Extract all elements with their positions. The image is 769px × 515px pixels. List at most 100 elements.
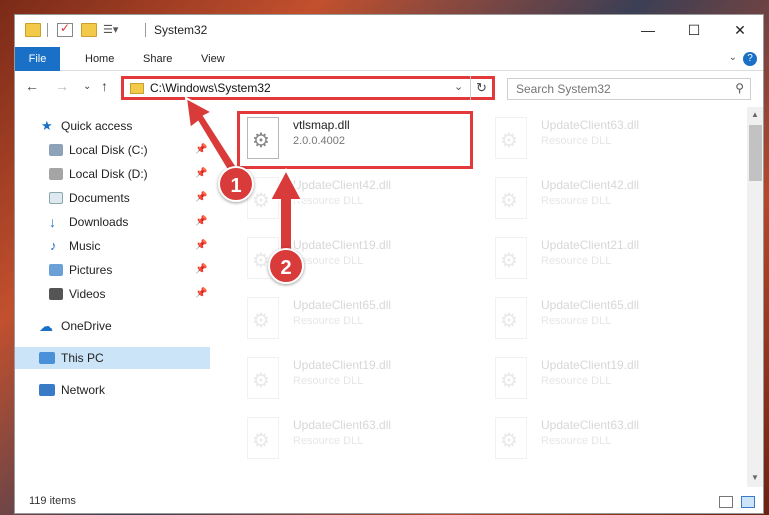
sidebar-item-onedrive[interactable]: ☁ OneDrive (15, 315, 210, 337)
back-button[interactable]: ← (25, 78, 39, 94)
new-folder-icon[interactable] (81, 23, 97, 37)
file-tile[interactable]: UpdateClient63.dll Resource DLL (237, 413, 473, 469)
pin-icon[interactable]: 📌 (195, 235, 207, 257)
search-input[interactable] (508, 79, 718, 99)
large-icons-view-icon[interactable] (741, 496, 755, 508)
sidebar-item-local-disk-d[interactable]: Local Disk (D:) 📌 (15, 163, 210, 185)
file-name: UpdateClient65.dll (541, 298, 640, 312)
help-icon[interactable]: ? (743, 52, 757, 66)
file-explorer-window: ☰▾ System32 — ☐ ✕ File Home Share View ⌄… (14, 14, 764, 514)
document-icon (49, 192, 63, 204)
file-tile[interactable]: UpdateClient65.dll Resource DLL (237, 293, 473, 349)
file-tile[interactable]: UpdateClient21.dll Resource DLL (485, 233, 721, 289)
drive-icon (49, 144, 63, 156)
sidebar-item-network[interactable]: Network (15, 379, 210, 401)
customize-toolbar-icon[interactable]: ☰▾ (103, 23, 119, 37)
scroll-down-icon[interactable]: ▼ (751, 473, 759, 482)
sidebar-item-documents[interactable]: Documents 📌 (15, 187, 210, 209)
file-type: Resource DLL (293, 435, 364, 447)
file-type: Resource DLL (541, 255, 612, 267)
pin-icon[interactable]: 📌 (195, 259, 207, 281)
picture-icon (49, 264, 63, 276)
address-bar[interactable]: C:\Windows\System32 ⌄ ↻ (121, 76, 495, 100)
pin-icon[interactable]: 📌 (195, 163, 207, 185)
details-view-icon[interactable] (719, 496, 733, 508)
minimize-button[interactable]: — (625, 15, 671, 45)
search-icon[interactable]: ⚲ (735, 81, 744, 95)
sidebar-item-pictures[interactable]: Pictures 📌 (15, 259, 210, 281)
sidebar-item-downloads[interactable]: ↓ Downloads 📌 (15, 211, 210, 233)
scrollbar-thumb[interactable] (749, 125, 762, 181)
sidebar-item-label: This PC (61, 351, 104, 365)
pin-icon[interactable]: 📌 (195, 211, 207, 233)
recent-locations-button[interactable]: ⌄ (83, 81, 91, 92)
tab-view[interactable]: View (189, 47, 237, 71)
navigation-bar: ← → ⌄ ↑ C:\Windows\System32 ⌄ ↻ ⚲ (15, 71, 763, 105)
file-name: UpdateClient63.dll (541, 418, 640, 432)
file-tile[interactable]: UpdateClient19.dll Resource DLL (237, 353, 473, 409)
file-tile[interactable]: UpdateClient19.dll Resource DLL (485, 353, 721, 409)
close-button[interactable]: ✕ (717, 15, 763, 45)
file-name: UpdateClient63.dll (541, 118, 640, 132)
file-name: UpdateClient19.dll (293, 358, 392, 372)
collapse-ribbon-icon[interactable]: ⌄ (729, 52, 737, 63)
scroll-up-icon[interactable]: ▲ (751, 110, 759, 119)
address-dropdown-icon[interactable]: ⌄ (454, 80, 463, 93)
properties-icon[interactable] (57, 21, 73, 37)
dll-file-icon (495, 297, 527, 339)
tab-share[interactable]: Share (131, 47, 184, 71)
drive-icon (49, 168, 63, 180)
sidebar-item-label: Local Disk (C:) (69, 143, 148, 157)
refresh-icon[interactable]: ↻ (470, 76, 492, 100)
file-type: Resource DLL (541, 315, 612, 327)
step-badge-1: 1 (218, 166, 254, 202)
sidebar-item-videos[interactable]: Videos 📌 (15, 283, 210, 305)
file-type: Resource DLL (541, 195, 612, 207)
title-bar: ☰▾ System32 — ☐ ✕ (15, 15, 763, 47)
sidebar-item-this-pc[interactable]: This PC (15, 347, 210, 369)
sidebar-item-label: Videos (69, 287, 106, 301)
forward-button[interactable]: → (55, 78, 69, 94)
separator (47, 23, 48, 37)
file-type: Resource DLL (541, 375, 612, 387)
download-icon: ↓ (49, 214, 56, 230)
vertical-scrollbar[interactable]: ▲ ▼ (747, 107, 763, 487)
folder-icon (130, 83, 144, 94)
pin-icon[interactable]: 📌 (195, 139, 207, 161)
file-tile[interactable]: UpdateClient63.dll Resource DLL (485, 113, 721, 169)
dll-file-icon (495, 357, 527, 399)
file-tile[interactable]: UpdateClient65.dll Resource DLL (485, 293, 721, 349)
window-title: System32 (154, 23, 208, 37)
sidebar-item-music[interactable]: ♪ Music 📌 (15, 235, 210, 257)
step-badge-2: 2 (268, 248, 304, 284)
music-icon: ♪ (50, 238, 57, 253)
up-button[interactable]: ↑ (101, 78, 108, 94)
file-tile[interactable]: UpdateClient42.dll Resource DLL (485, 173, 721, 229)
search-box[interactable]: ⚲ (507, 78, 751, 100)
file-type: Resource DLL (293, 315, 364, 327)
file-type: Resource DLL (541, 135, 612, 147)
tab-file[interactable]: File (15, 47, 60, 71)
network-icon (39, 384, 55, 396)
maximize-button[interactable]: ☐ (671, 15, 717, 45)
pin-icon[interactable]: 📌 (195, 187, 207, 209)
dll-file-icon (495, 417, 527, 459)
sidebar-item-label: Quick access (61, 119, 133, 133)
file-tile[interactable]: UpdateClient63.dll Resource DLL (485, 413, 721, 469)
file-name: UpdateClient19.dll (293, 238, 392, 252)
address-path[interactable]: C:\Windows\System32 (150, 81, 271, 95)
cloud-icon: ☁ (39, 318, 53, 334)
pin-icon[interactable]: 📌 (195, 283, 207, 305)
file-type: Resource DLL (293, 195, 364, 207)
sidebar-item-label: Documents (69, 191, 130, 205)
file-name: UpdateClient21.dll (541, 238, 640, 252)
sidebar-item-quick-access[interactable]: ★ Quick access (15, 115, 210, 137)
tab-home[interactable]: Home (73, 47, 126, 71)
sidebar-item-label: Pictures (69, 263, 113, 277)
sidebar-item-local-disk-c[interactable]: Local Disk (C:) 📌 (15, 139, 210, 161)
file-tile[interactable]: UpdateClient42.dll Resource DLL (237, 173, 473, 229)
item-count: 119 items (29, 495, 76, 507)
star-icon: ★ (41, 118, 53, 133)
file-type: Resource DLL (293, 375, 364, 387)
navigation-pane: ★ Quick access Local Disk (C:) 📌 Local D… (15, 107, 210, 487)
